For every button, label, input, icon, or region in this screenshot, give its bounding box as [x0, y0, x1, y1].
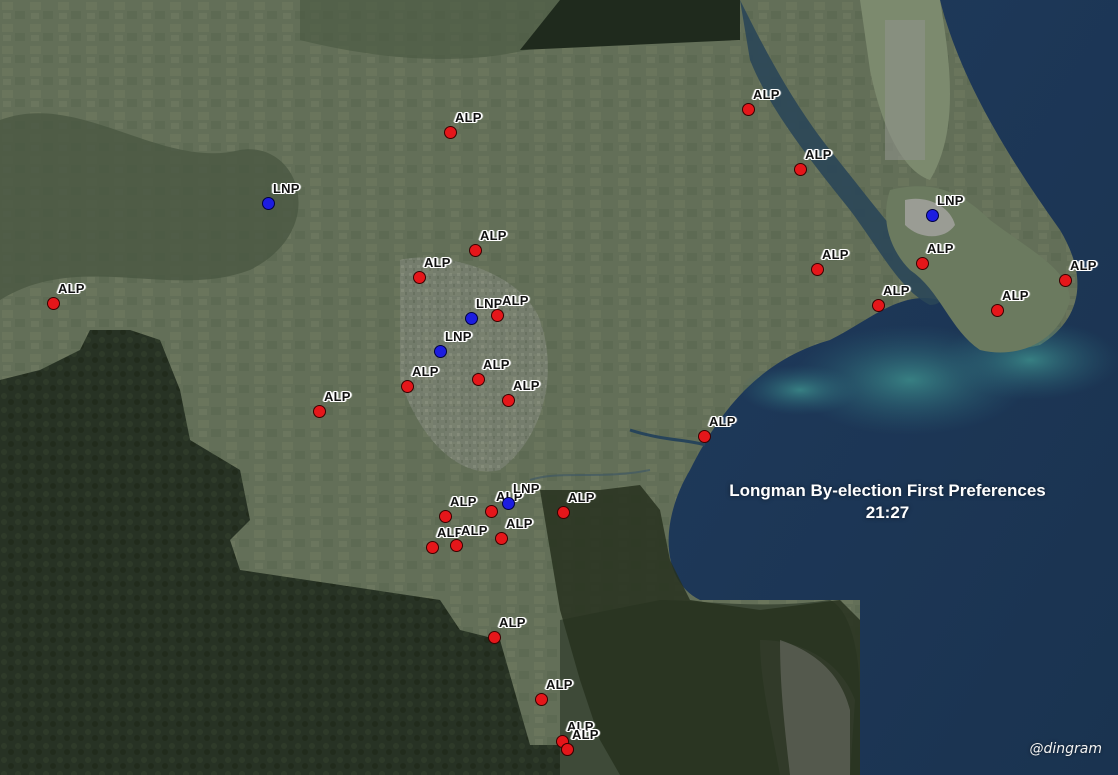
booth-label: ALP [461, 523, 488, 538]
booth-dot [469, 244, 482, 257]
booth-dot [991, 304, 1004, 317]
booth-label: ALP [568, 490, 595, 505]
booth-dot [47, 297, 60, 310]
booth-dot [811, 263, 824, 276]
booth-dot [698, 430, 711, 443]
map-view[interactable]: ALP ALP ALP LNP LNP ALP ALP ALP ALP ALP ALP ALP ALP L… [0, 0, 1118, 775]
booth-label: ALP [709, 414, 736, 429]
booth-dot [262, 197, 275, 210]
booth-dot [502, 394, 515, 407]
booth-dot [1059, 274, 1072, 287]
booth-label: ALP [546, 677, 573, 692]
booth-dot [413, 271, 426, 284]
booth-dot [472, 373, 485, 386]
booth-dot [434, 345, 447, 358]
booth-label: ALP [506, 516, 533, 531]
booth-label: ALP [483, 357, 510, 372]
booth-dot [535, 693, 548, 706]
booth-label: ALP [412, 364, 439, 379]
booth-label: ALP [480, 228, 507, 243]
booth-label: ALP [58, 281, 85, 296]
booth-dot [465, 312, 478, 325]
booth-dot [485, 505, 498, 518]
booth-label: ALP [450, 494, 477, 509]
booth-dot [488, 631, 501, 644]
booth-dot [742, 103, 755, 116]
booth-label: ALP [883, 283, 910, 298]
booth-dot [794, 163, 807, 176]
booth-dot [557, 506, 570, 519]
booth-label: LNP [273, 181, 300, 196]
booth-dot [313, 405, 326, 418]
booth-label: ALP [424, 255, 451, 270]
booth-label: ALP [753, 87, 780, 102]
booth-label: ALP [927, 241, 954, 256]
booth-dot [926, 209, 939, 222]
booth-label: ALP [513, 378, 540, 393]
booth-label: ALP [499, 615, 526, 630]
booth-label: ALP [455, 110, 482, 125]
booth-label: LNP [445, 329, 472, 344]
booth-label: ALP [437, 525, 464, 540]
booth-label: ALP [572, 727, 599, 742]
booth-label: ALP [502, 293, 529, 308]
booth-dot [439, 510, 452, 523]
booth-dot [426, 541, 439, 554]
booth-dot [450, 539, 463, 552]
booth-dot [444, 126, 457, 139]
booth-label: ALP [822, 247, 849, 262]
booth-dot [491, 309, 504, 322]
map-title-block: Longman By-election First Preferences 21… [700, 480, 1075, 524]
author-credit: @dingram [1029, 741, 1102, 757]
satellite-basemap [0, 0, 1118, 775]
booth-label: LNP [937, 193, 964, 208]
booth-label: LNP [513, 481, 540, 496]
booth-label: ALP [324, 389, 351, 404]
booth-dot [502, 497, 515, 510]
map-title: Longman By-election First Preferences [729, 481, 1046, 500]
booth-label: ALP [1002, 288, 1029, 303]
booth-dot [872, 299, 885, 312]
booth-dot [495, 532, 508, 545]
booth-dot [916, 257, 929, 270]
booth-label: ALP [805, 147, 832, 162]
booth-dot [561, 743, 574, 756]
booth-dot [401, 380, 414, 393]
map-time: 21:27 [865, 503, 910, 522]
booth-label: ALP [1070, 258, 1097, 273]
